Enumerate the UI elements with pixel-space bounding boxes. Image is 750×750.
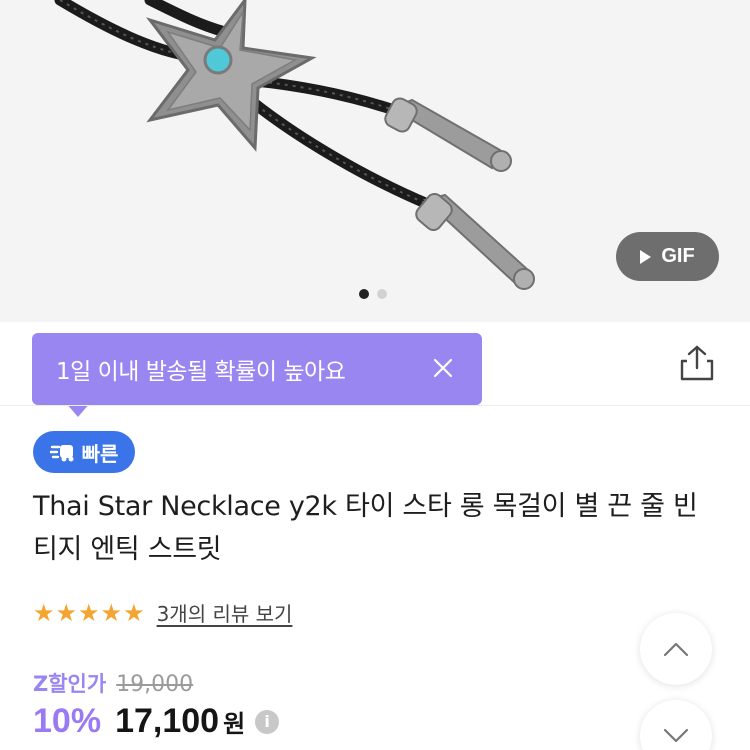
star-icon: ★	[100, 598, 123, 627]
gif-button[interactable]: GIF	[616, 232, 719, 281]
star-icon: ★	[123, 598, 145, 627]
chevron-up-icon	[663, 642, 689, 657]
badge-label: 빠른	[81, 441, 119, 466]
fast-shipping-badge: 빠른	[33, 431, 135, 473]
fast-delivery-icon	[49, 445, 74, 462]
original-price: 19,000	[116, 672, 194, 697]
carousel-indicator	[359, 289, 387, 299]
section-divider	[0, 405, 750, 406]
info-icon[interactable]: i	[255, 709, 280, 734]
rating-stars: ★ ★ ★ ★ ★	[33, 601, 145, 625]
close-icon[interactable]	[428, 353, 458, 383]
star-icon: ★	[55, 598, 78, 627]
product-image-carousel[interactable]: GIF	[0, 0, 750, 322]
carousel-dot-2[interactable]	[377, 289, 387, 299]
gif-label: GIF	[661, 245, 695, 267]
z-discount-label: Z할인가	[33, 672, 107, 696]
tooltip-text: 1일 이내 발송될 확률이 높아요	[56, 359, 346, 385]
price-label-row: Z할인가 19,000	[33, 668, 193, 698]
price-row: 10% 17,100 원 i	[33, 702, 280, 741]
scroll-bottom-button[interactable]	[640, 700, 712, 750]
star-icon: ★	[78, 598, 100, 627]
discount-rate: 10%	[33, 702, 102, 740]
view-reviews-link[interactable]: 3개의 리뷰 보기	[157, 598, 293, 627]
final-price: 17,100	[115, 702, 220, 740]
chevron-down-icon	[663, 728, 689, 743]
play-icon	[640, 249, 652, 264]
share-icon[interactable]	[679, 344, 715, 382]
delivery-tooltip: 1일 이내 발송될 확률이 높아요	[32, 333, 482, 417]
scroll-top-button[interactable]	[640, 613, 712, 685]
star-icon: ★	[33, 598, 55, 627]
currency-unit: 원	[223, 710, 246, 738]
product-title: Thai Star Necklace y2k 타이 스타 롱 목걸이 별 끈 줄…	[33, 491, 698, 565]
rating-row: ★ ★ ★ ★ ★ 3개의 리뷰 보기	[33, 598, 292, 627]
carousel-dot-1[interactable]	[359, 289, 369, 299]
